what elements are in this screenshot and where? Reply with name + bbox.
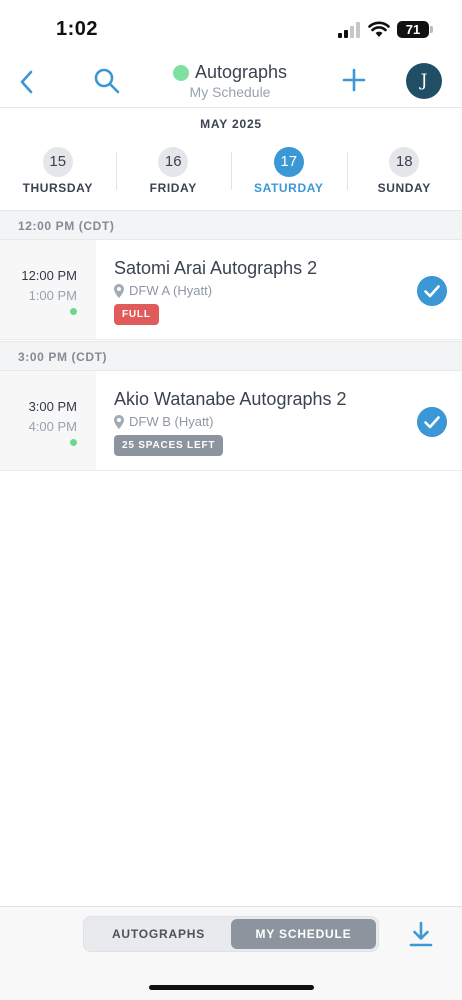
page-subtitle: My Schedule [189, 84, 271, 100]
event-end-time: 1:00 PM [28, 288, 77, 303]
location-pin-icon [114, 283, 124, 298]
day-name: SUNDAY [377, 181, 431, 195]
day-number: 16 [158, 147, 189, 177]
day-name: FRIDAY [149, 181, 197, 195]
day-name: SATURDAY [254, 181, 324, 195]
download-icon[interactable] [408, 920, 434, 948]
month-label: MAY 2025 [200, 117, 262, 131]
event-location: DFW B (Hyatt) [114, 414, 404, 429]
back-button[interactable] [14, 68, 40, 96]
status-badge: FULL [114, 304, 159, 325]
event-time-column: 12:00 PM 1:00 PM [0, 240, 96, 339]
wifi-icon [368, 21, 390, 37]
event-title: Satomi Arai Autographs 2 [114, 258, 318, 278]
event-title: Akio Watanabe Autographs 2 [114, 389, 347, 409]
day-number: 17 [273, 147, 304, 177]
tab-autographs[interactable]: AUTOGRAPHS [86, 919, 231, 949]
time-slot-header: 12:00 PM (CDT) [0, 210, 462, 240]
day-tab-17[interactable]: 17 SATURDAY [231, 146, 347, 202]
event-location: DFW A (Hyatt) [114, 283, 404, 298]
event-start-time: 12:00 PM [21, 268, 77, 283]
cellular-signal-icon [338, 22, 360, 38]
event-start-time: 3:00 PM [28, 399, 77, 414]
battery-cap [430, 26, 433, 33]
schedule-item[interactable]: 12:00 PM 1:00 PM Satomi Arai Autographs … [0, 240, 462, 340]
event-location-label: DFW B (Hyatt) [129, 414, 214, 429]
search-button[interactable] [92, 66, 122, 96]
live-status-dot [172, 64, 189, 81]
event-location-label: DFW A (Hyatt) [129, 283, 213, 298]
day-number: 15 [42, 147, 73, 177]
view-switcher: AUTOGRAPHS MY SCHEDULE [83, 916, 379, 952]
tab-my-schedule[interactable]: MY SCHEDULE [231, 919, 376, 949]
day-selector: 15 THURSDAY 16 FRIDAY 17 SATURDAY 18 SUN… [0, 146, 462, 202]
day-tab-16[interactable]: 16 FRIDAY [115, 146, 232, 202]
checkmark-icon[interactable] [417, 407, 447, 437]
day-tab-18[interactable]: 18 SUNDAY [346, 146, 462, 202]
battery-icon: 71 [397, 21, 429, 38]
event-status-dot [70, 439, 77, 446]
event-end-time: 4:00 PM [28, 419, 77, 434]
schedule-item[interactable]: 3:00 PM 4:00 PM Akio Watanabe Autographs… [0, 371, 462, 471]
day-name: THURSDAY [22, 181, 93, 195]
app-header: Autographs My Schedule J [0, 56, 462, 108]
day-tab-15[interactable]: 15 THURSDAY [0, 146, 116, 202]
time-slot-header: 3:00 PM (CDT) [0, 341, 462, 371]
status-badge: 25 SPACES LEFT [114, 435, 224, 456]
status-bar: 1:02 71 [0, 0, 462, 56]
checkmark-icon[interactable] [417, 276, 447, 306]
event-time-column: 3:00 PM 4:00 PM [0, 371, 96, 470]
day-number: 18 [389, 147, 420, 177]
header-title-block: Autographs My Schedule [150, 62, 310, 100]
event-details: Satomi Arai Autographs 2 DFW A (Hyatt) F… [114, 258, 404, 325]
event-details: Akio Watanabe Autographs 2 DFW B (Hyatt)… [114, 389, 404, 456]
battery-level: 71 [405, 22, 421, 37]
add-button[interactable] [340, 66, 368, 94]
avatar[interactable]: J [406, 63, 442, 99]
home-indicator [149, 985, 314, 990]
page-title: Autographs [194, 62, 288, 82]
bottom-bar: AUTOGRAPHS MY SCHEDULE [0, 906, 462, 1000]
status-time: 1:02 [56, 18, 99, 40]
location-pin-icon [114, 414, 124, 429]
event-status-dot [70, 308, 77, 315]
